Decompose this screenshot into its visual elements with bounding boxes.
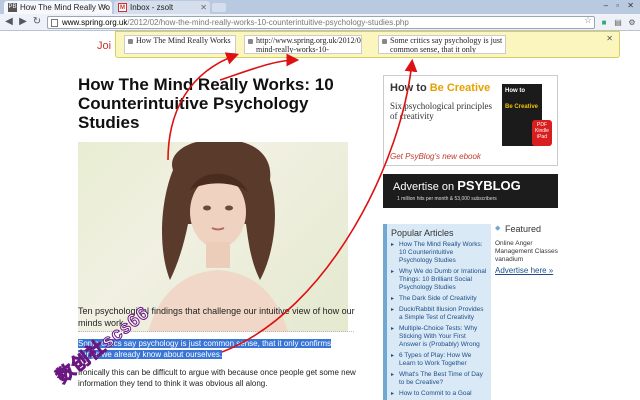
join-link[interactable]: Joi <box>97 40 111 52</box>
url-domain: www.spring.org.uk <box>62 18 128 27</box>
extension-icon[interactable]: ■ <box>598 17 610 28</box>
bookmark-star-icon[interactable]: ☆ <box>584 15 592 26</box>
advertise-heading: Advertise on PSYBLOG <box>393 178 521 193</box>
ad-heading-accent: Be Creative <box>429 82 491 94</box>
list-item[interactable]: How The Mind Really Works: 10 Counterint… <box>391 241 487 265</box>
close-tab-icon[interactable]: ✕ <box>102 1 109 14</box>
list-item[interactable]: 6 Types of Play: How We Learn to Work To… <box>391 352 487 368</box>
toolbar: ◀ ▶ ↻ www.spring.org.uk/2012/02/how-the-… <box>0 14 640 31</box>
creative-ebook-ad[interactable]: How to Be Creative Six psychological pri… <box>383 75 558 166</box>
sticky-note[interactable]: Some critics say psychology is just comm… <box>378 35 506 54</box>
featured-text[interactable]: Online Anger Management Classes vanadium <box>495 240 565 264</box>
ad-heading: How to Be Creative <box>390 82 490 94</box>
window-controls[interactable]: – ▫ ✕ <box>604 1 637 10</box>
advertise-subtitle: 1 million hits per month & 53,000 subscr… <box>397 196 497 202</box>
forward-arrow-icon[interactable]: ▶ <box>17 16 29 27</box>
advertise-banner[interactable]: Advertise on PSYBLOG 1 million hits per … <box>383 174 558 208</box>
list-item[interactable]: Why We do Dumb or Irrational Things: 10 … <box>391 268 487 292</box>
advertise-here-link[interactable]: Advertise here » <box>495 266 565 275</box>
list-item[interactable]: Multiple-Choice Tests: Why Sticking With… <box>391 325 487 349</box>
wrench-menu-icon[interactable]: ⚙ <box>626 17 638 28</box>
book-title: How to <box>505 88 525 94</box>
list-item[interactable]: How to Commit to a Goal <box>391 390 487 398</box>
page-icon <box>51 19 58 27</box>
advertise-brand: PSYBLOG <box>457 178 521 193</box>
featured-title: Featured <box>495 224 565 234</box>
psyblog-favicon-icon: PB <box>8 3 17 12</box>
sticky-notes-bar: How The Mind Really Works http://www.spr… <box>115 31 620 58</box>
ad-heading-pre: How to <box>390 82 430 94</box>
tab-psyblog[interactable]: PB How The Mind Really Wo ✕ <box>4 1 112 14</box>
advertise-pre: Advertise on <box>393 181 458 193</box>
featured-widget: Featured Online Anger Management Classes… <box>495 224 565 275</box>
tab-title: How The Mind Really Wo <box>20 3 110 12</box>
popular-articles-widget: Popular Articles How The Mind Really Wor… <box>383 224 491 400</box>
extension-icon[interactable]: ▤ <box>612 17 624 28</box>
ad-link[interactable]: Get PsyBlog's new ebook <box>390 152 481 161</box>
page-content: Joi How The Mind Really Works: 10 Counte… <box>0 32 640 400</box>
list-item[interactable]: What's The Best Time of Day to be Creati… <box>391 371 487 387</box>
list-item[interactable]: The Dark Side of Creativity <box>391 295 487 303</box>
sticky-note[interactable]: http://www.spring.org.uk/2012/02/the-min… <box>244 35 362 54</box>
close-icon[interactable]: ✕ <box>606 34 613 43</box>
close-tab-icon[interactable]: ✕ <box>200 1 207 14</box>
article-title: How The Mind Really Works: 10 Counterint… <box>78 75 334 132</box>
list-item[interactable]: Duck/Rabbit Illusion Provides a Simple T… <box>391 306 487 322</box>
popular-title: Popular Articles <box>391 228 454 238</box>
gmail-favicon-icon: M <box>118 3 127 12</box>
tab-bar: PB How The Mind Really Wo ✕ M Inbox - zs… <box>0 0 640 14</box>
address-bar[interactable]: www.spring.org.uk/2012/02/how-the-mind-r… <box>47 16 595 29</box>
ad-subtitle: Six psychological principles of creativi… <box>390 101 492 121</box>
article-paragraph: Ironically this can be difficult to argu… <box>78 368 356 388</box>
tab-inbox[interactable]: M Inbox - zsolt ✕ <box>114 1 210 14</box>
woman-portrait-image <box>148 142 288 332</box>
sticky-note[interactable]: How The Mind Really Works <box>124 35 236 54</box>
tab-title: Inbox - zsolt <box>130 3 174 12</box>
url-path: /2012/02/how-the-mind-really-works-10-co… <box>127 18 409 27</box>
book-title-accent: Be Creative <box>505 104 539 110</box>
back-arrow-icon[interactable]: ◀ <box>3 16 15 27</box>
format-badge: PDF Kindle iPad <box>532 120 552 146</box>
new-tab-button[interactable] <box>212 3 226 12</box>
reload-icon[interactable]: ↻ <box>31 16 43 27</box>
article-hero-image <box>78 142 348 332</box>
